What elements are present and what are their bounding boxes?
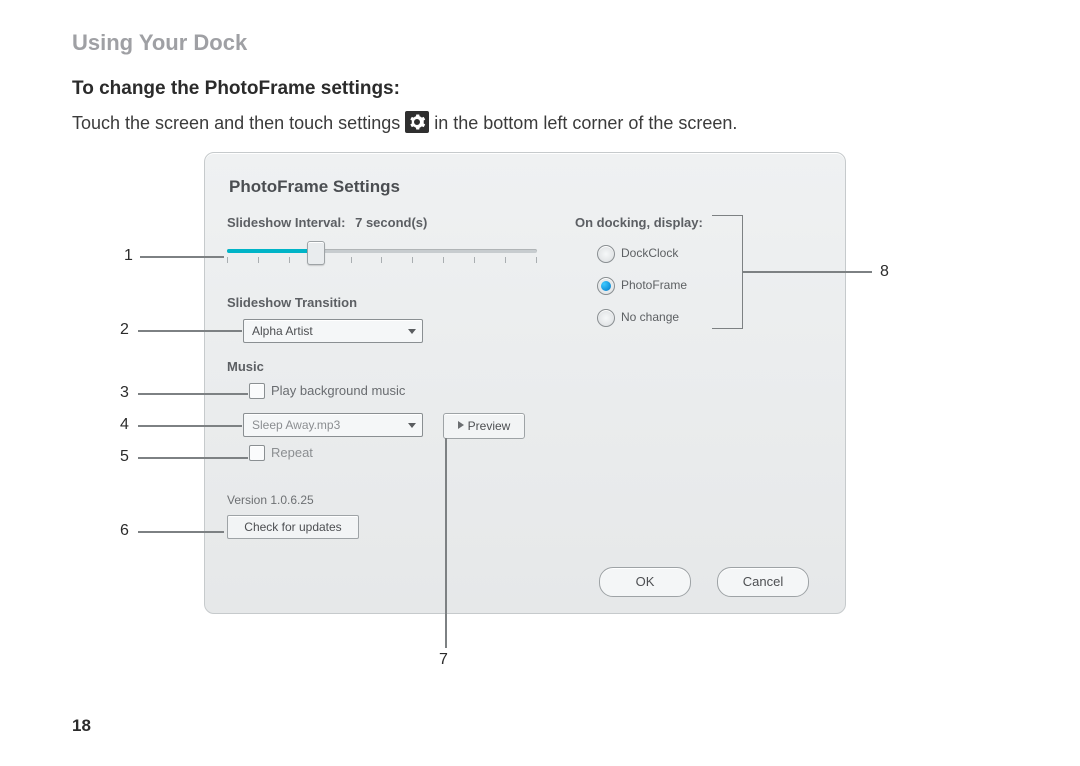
callout-number-1: 1 <box>124 247 133 265</box>
callout-number-8: 8 <box>880 263 889 281</box>
docking-display-label: On docking, display: <box>575 215 703 230</box>
radio-nochange-label: No change <box>621 310 679 324</box>
callout-number-6: 6 <box>120 522 129 540</box>
transition-label: Slideshow Transition <box>227 295 357 310</box>
callout-number-4: 4 <box>120 416 129 434</box>
callout-number-3: 3 <box>120 384 129 402</box>
repeat-label: Repeat <box>271 445 313 460</box>
callout-number-2: 2 <box>120 321 129 339</box>
play-bg-music-label: Play background music <box>271 383 405 398</box>
radio-dockclock[interactable] <box>597 245 615 263</box>
cancel-button[interactable]: Cancel <box>717 567 809 597</box>
subsection-heading: To change the PhotoFrame settings: <box>72 78 400 100</box>
preview-button-label: Preview <box>468 419 511 433</box>
chevron-down-icon <box>408 329 416 334</box>
body-text-after: in the bottom left corner of the screen. <box>434 113 737 133</box>
radio-photoframe[interactable] <box>597 277 615 295</box>
slider-ticks <box>227 257 537 263</box>
check-updates-button[interactable]: Check for updates <box>227 515 359 539</box>
slider-thumb[interactable] <box>307 241 325 265</box>
slider-fill <box>227 249 315 253</box>
music-file-dropdown[interactable]: Sleep Away.mp3 <box>243 413 423 437</box>
interval-slider[interactable] <box>227 241 537 267</box>
callout-number-5: 5 <box>120 448 129 466</box>
body-text: Touch the screen and then touch settings… <box>72 110 737 136</box>
section-heading: Using Your Dock <box>72 30 247 56</box>
transition-dropdown[interactable]: Alpha Artist <box>243 319 423 343</box>
cancel-button-label: Cancel <box>743 574 783 589</box>
version-text: Version 1.0.6.25 <box>227 493 314 507</box>
leader-line <box>138 330 242 332</box>
music-label: Music <box>227 359 264 374</box>
interval-label: Slideshow Interval: <box>227 215 345 230</box>
leader-line <box>742 271 872 273</box>
chevron-down-icon <box>408 423 416 428</box>
ok-button-label: OK <box>636 574 655 589</box>
check-updates-label: Check for updates <box>244 520 341 534</box>
leader-line <box>138 425 242 427</box>
body-text-before: Touch the screen and then touch settings <box>72 113 400 133</box>
radio-nochange[interactable] <box>597 309 615 327</box>
transition-dropdown-value: Alpha Artist <box>252 324 313 338</box>
leader-line <box>138 457 248 459</box>
repeat-checkbox[interactable] <box>249 445 265 461</box>
grouping-bracket <box>712 215 743 329</box>
play-icon <box>458 421 464 429</box>
music-file-value: Sleep Away.mp3 <box>252 418 340 432</box>
leader-line <box>140 256 224 258</box>
leader-line <box>138 393 248 395</box>
interval-value: 7 second(s) <box>355 215 427 230</box>
leader-line <box>445 438 447 648</box>
page-number: 18 <box>72 716 91 736</box>
settings-gear-icon <box>405 111 429 133</box>
preview-button[interactable]: Preview <box>443 413 525 439</box>
photoframe-settings-dialog: PhotoFrame Settings Slideshow Interval: … <box>204 152 846 614</box>
radio-photoframe-label: PhotoFrame <box>621 278 687 292</box>
leader-line <box>138 531 224 533</box>
callout-number-7: 7 <box>439 651 448 669</box>
dialog-title: PhotoFrame Settings <box>229 177 400 197</box>
radio-dockclock-label: DockClock <box>621 246 678 260</box>
play-bg-music-checkbox[interactable] <box>249 383 265 399</box>
ok-button[interactable]: OK <box>599 567 691 597</box>
